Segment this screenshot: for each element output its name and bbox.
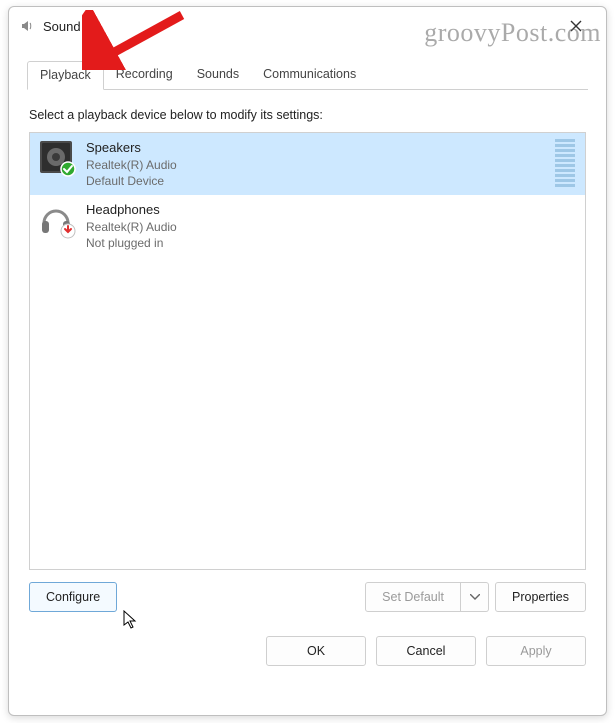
sound-icon <box>19 18 35 34</box>
instruction-text: Select a playback device below to modify… <box>29 108 586 122</box>
set-default-split: Set Default <box>365 582 489 612</box>
set-default-button[interactable]: Set Default <box>365 582 461 612</box>
tab-communications[interactable]: Communications <box>251 61 368 90</box>
device-status: Default Device <box>86 173 545 189</box>
tab-recording[interactable]: Recording <box>104 61 185 90</box>
speaker-icon <box>36 137 76 177</box>
apply-button[interactable]: Apply <box>486 636 586 666</box>
configure-button[interactable]: Configure <box>29 582 117 612</box>
device-name: Headphones <box>86 201 579 219</box>
window-title: Sound <box>43 19 556 34</box>
cancel-button[interactable]: Cancel <box>376 636 476 666</box>
device-name: Speakers <box>86 139 545 157</box>
tab-strip: Playback Recording Sounds Communications <box>9 61 606 90</box>
playback-device-list[interactable]: Speakers Realtek(R) Audio Default Device <box>29 132 586 570</box>
device-item-speakers[interactable]: Speakers Realtek(R) Audio Default Device <box>30 133 585 195</box>
device-status: Not plugged in <box>86 235 579 251</box>
titlebar: Sound <box>9 7 606 45</box>
sound-dialog: Sound Playback Recording Sounds Communic… <box>8 6 607 716</box>
device-driver: Realtek(R) Audio <box>86 219 579 235</box>
properties-button[interactable]: Properties <box>495 582 586 612</box>
device-text: Headphones Realtek(R) Audio Not plugged … <box>86 199 579 251</box>
headphones-icon <box>36 199 76 239</box>
close-button[interactable] <box>556 11 596 41</box>
tab-content: Select a playback device below to modify… <box>9 90 606 620</box>
set-default-dropdown[interactable] <box>461 582 489 612</box>
vu-meter <box>555 137 575 189</box>
ok-button[interactable]: OK <box>266 636 366 666</box>
device-driver: Realtek(R) Audio <box>86 157 545 173</box>
device-text: Speakers Realtek(R) Audio Default Device <box>86 137 545 189</box>
tab-playback[interactable]: Playback <box>27 61 104 90</box>
dialog-footer: OK Cancel Apply <box>9 620 606 684</box>
device-actions-row: Configure Set Default Properties <box>29 582 586 612</box>
tab-sounds[interactable]: Sounds <box>185 61 251 90</box>
device-item-headphones[interactable]: Headphones Realtek(R) Audio Not plugged … <box>30 195 585 257</box>
